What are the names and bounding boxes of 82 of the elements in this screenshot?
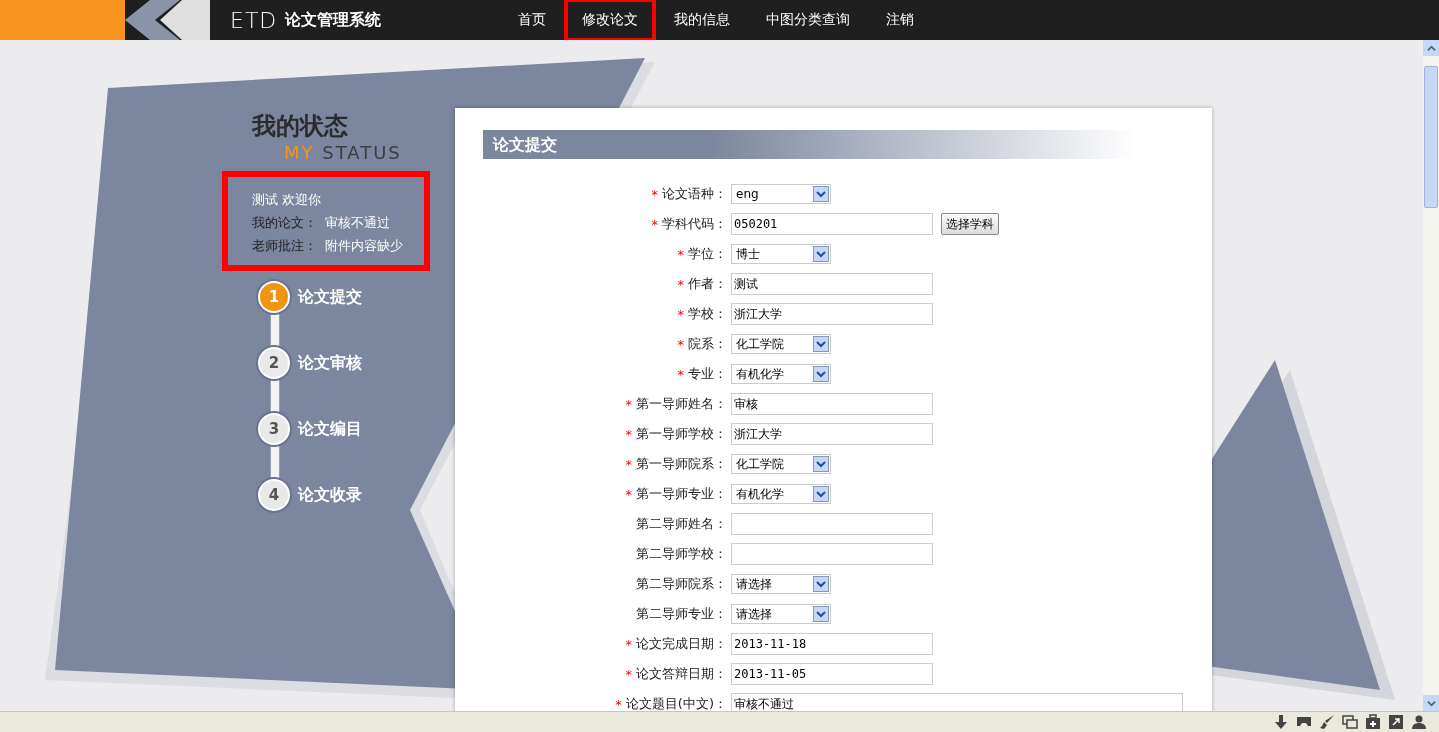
input-field[interactable]: 050201 bbox=[731, 213, 933, 235]
step-number: 3 bbox=[258, 413, 290, 445]
field-label: 学校： bbox=[688, 305, 727, 323]
field-label: 第二导师专业： bbox=[636, 605, 727, 623]
input-field[interactable]: 浙江大学 bbox=[731, 303, 933, 325]
user-icon[interactable] bbox=[1411, 714, 1427, 730]
scroll-up-icon[interactable] bbox=[1423, 40, 1439, 56]
scroll-thumb[interactable] bbox=[1424, 66, 1438, 208]
status-title: 我的状态 bbox=[252, 111, 349, 142]
required-mark: * bbox=[651, 186, 658, 202]
input-field[interactable]: 2013-11-05 bbox=[731, 663, 933, 685]
required-mark: * bbox=[677, 306, 684, 322]
choose-subject-button[interactable]: 选择学科 bbox=[941, 213, 999, 235]
input-field[interactable]: 审核 bbox=[731, 393, 933, 415]
field-label: 第二导师院系： bbox=[636, 575, 727, 593]
input-field[interactable]: 测试 bbox=[731, 273, 933, 295]
required-mark: * bbox=[677, 366, 684, 382]
field-label: 学科代码： bbox=[662, 215, 727, 233]
dropdown[interactable]: eng bbox=[731, 184, 831, 204]
field-label: 作者： bbox=[688, 275, 727, 293]
step-number: 2 bbox=[258, 347, 290, 379]
nav-link[interactable]: 我的信息 bbox=[656, 0, 748, 42]
required-mark: * bbox=[625, 666, 632, 682]
nav-link[interactable]: 中图分类查询 bbox=[748, 0, 868, 42]
step-label: 论文编目 bbox=[298, 418, 362, 440]
input-field[interactable] bbox=[731, 513, 933, 535]
dropdown[interactable]: 有机化学 bbox=[731, 484, 831, 504]
field-label: 专业： bbox=[688, 365, 727, 383]
step-label: 论文审核 bbox=[298, 352, 362, 374]
field-label: 论文完成日期： bbox=[636, 635, 727, 653]
field-label: 第一导师专业： bbox=[636, 485, 727, 503]
required-mark: * bbox=[677, 246, 684, 262]
dropdown[interactable]: 博士 bbox=[731, 244, 831, 264]
step-label: 论文收录 bbox=[298, 484, 362, 506]
dropdown[interactable]: 化工学院 bbox=[731, 334, 831, 354]
field-label: 第一导师学校： bbox=[636, 425, 727, 443]
field-label: 第一导师姓名： bbox=[636, 395, 727, 413]
nav-link[interactable]: 首页 bbox=[500, 0, 564, 42]
required-mark: * bbox=[677, 336, 684, 352]
field-label: 第二导师姓名： bbox=[636, 515, 727, 533]
external-window-icon[interactable] bbox=[1388, 714, 1404, 730]
input-field[interactable]: 浙江大学 bbox=[731, 423, 933, 445]
dropdown[interactable]: 请选择 bbox=[731, 574, 831, 594]
dropdown[interactable]: 请选择 bbox=[731, 604, 831, 624]
site-title: 论文管理系统 bbox=[285, 9, 382, 31]
input-field[interactable] bbox=[731, 543, 933, 565]
field-label: 学位： bbox=[688, 245, 727, 263]
welcome-text: 测试 欢迎你 bbox=[252, 191, 322, 209]
field-label: 论文答辩日期： bbox=[636, 665, 727, 683]
input-field[interactable]: 审核不通过 bbox=[731, 693, 1183, 711]
field-label: 论文语种： bbox=[662, 185, 727, 203]
status-label: 老师批注： bbox=[252, 237, 317, 255]
field-label: 院系： bbox=[688, 335, 727, 353]
scrollbar[interactable] bbox=[1423, 40, 1439, 711]
status-label: 我的论文： bbox=[252, 214, 317, 232]
status-subtitle: MY STATUS bbox=[284, 142, 403, 163]
required-mark: * bbox=[625, 486, 632, 502]
required-mark: * bbox=[651, 216, 658, 232]
step-number: 4 bbox=[258, 479, 290, 511]
dropdown[interactable]: 化工学院 bbox=[731, 454, 831, 474]
field-label: 第二导师学校： bbox=[636, 545, 727, 563]
required-mark: * bbox=[615, 696, 622, 711]
status-value: 审核不通过 bbox=[325, 214, 390, 232]
logo-mark: ETD bbox=[230, 7, 278, 33]
scroll-down-icon[interactable] bbox=[1423, 695, 1439, 711]
nav-link[interactable]: 注销 bbox=[868, 0, 932, 42]
field-label: 论文题目(中文)： bbox=[625, 695, 727, 711]
input-field[interactable]: 2013-11-18 bbox=[731, 633, 933, 655]
required-mark: * bbox=[677, 276, 684, 292]
windows-icon[interactable] bbox=[1342, 714, 1358, 730]
dropdown[interactable]: 有机化学 bbox=[731, 364, 831, 384]
required-mark: * bbox=[625, 456, 632, 472]
step-label: 论文提交 bbox=[298, 286, 362, 308]
field-label: 第一导师院系： bbox=[636, 455, 727, 473]
status-value: 附件内容缺少 bbox=[325, 237, 403, 255]
step-number: 1 bbox=[258, 281, 290, 313]
download-arrow-icon[interactable] bbox=[1273, 714, 1289, 730]
required-mark: * bbox=[625, 396, 632, 412]
required-mark: * bbox=[625, 426, 632, 442]
medical-kit-icon[interactable] bbox=[1365, 714, 1381, 730]
brush-icon[interactable] bbox=[1319, 714, 1335, 730]
required-mark: * bbox=[625, 636, 632, 652]
